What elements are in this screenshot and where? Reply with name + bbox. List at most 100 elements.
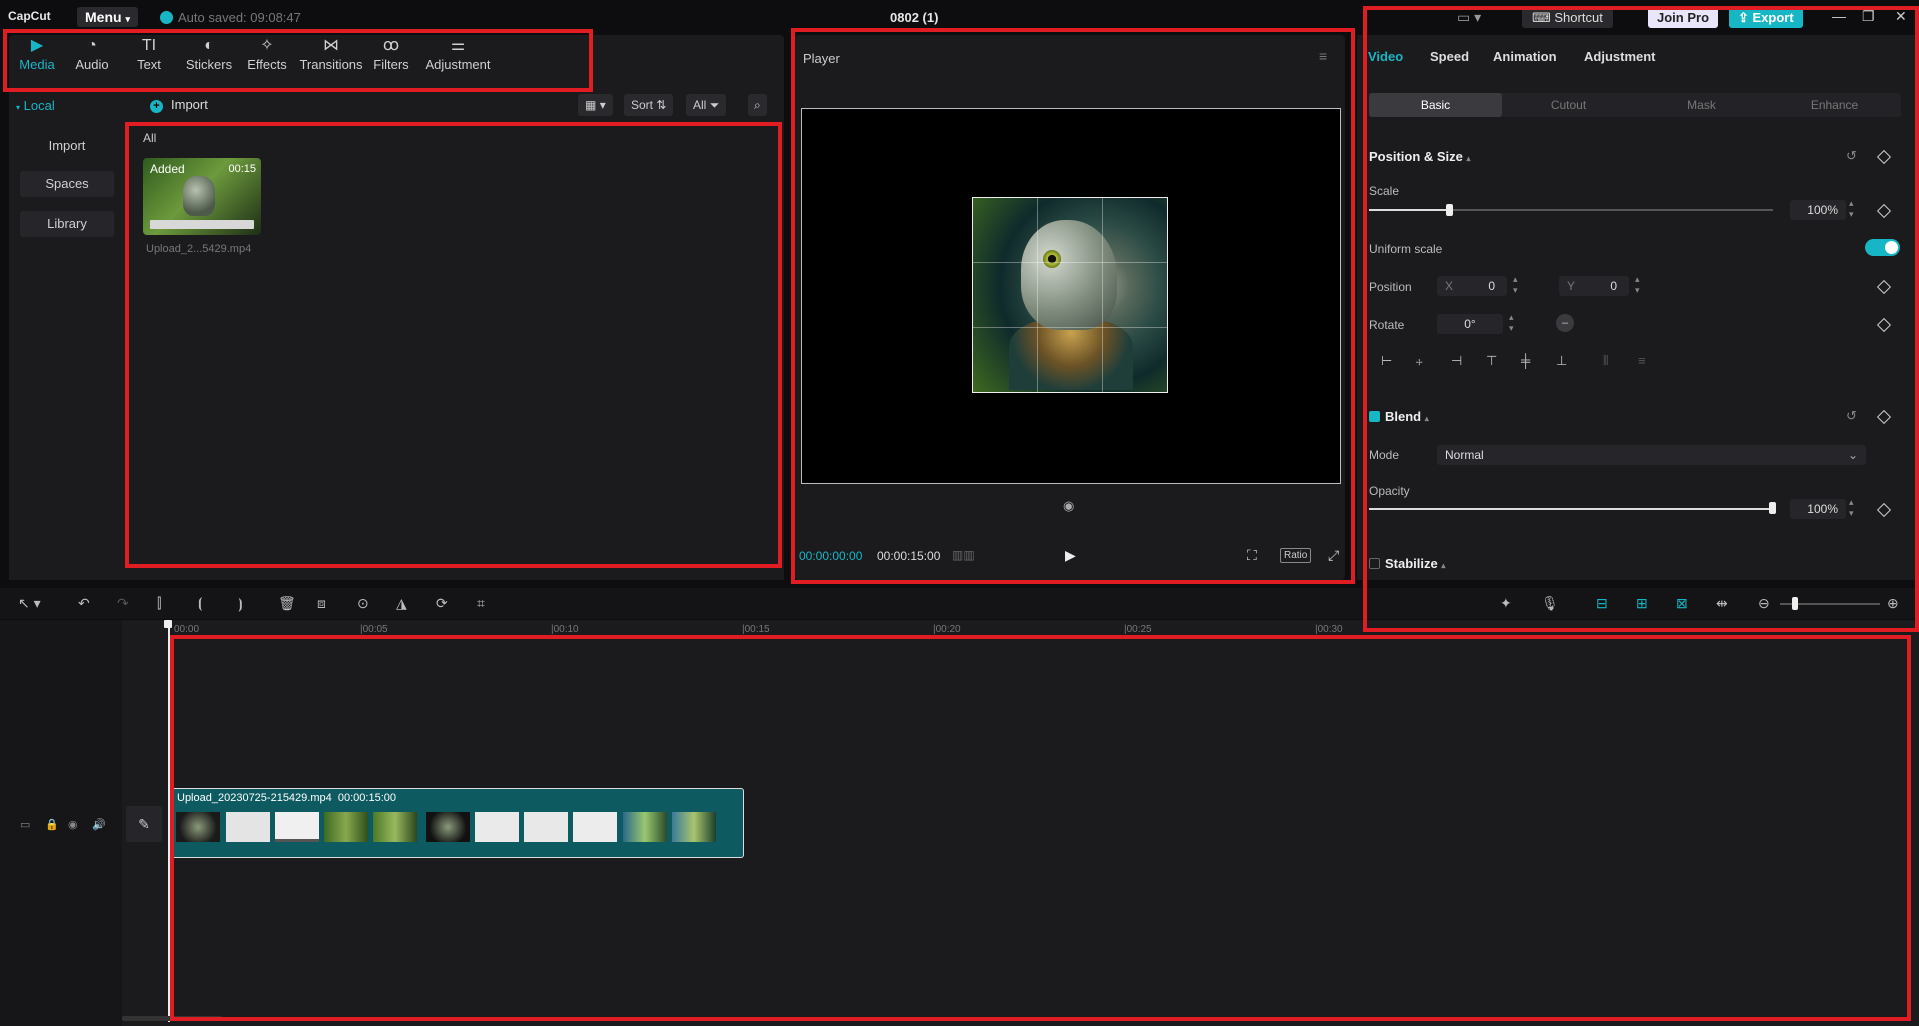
uniform-scale-toggle[interactable] [1865, 239, 1900, 256]
rotate-dial-icon[interactable]: – [1556, 314, 1574, 332]
fit-screen-icon[interactable]: ⛶ [1247, 547, 1257, 564]
minimize-icon[interactable]: — [1832, 8, 1846, 24]
fullscreen-icon[interactable]: ⤢ [1328, 547, 1339, 564]
layout-icon[interactable]: ▭ ▾ [1457, 9, 1481, 26]
scale-stepper-icon[interactable]: ▴ ▾ [1849, 198, 1854, 220]
menu-button[interactable]: Menu ▾ [77, 7, 138, 27]
reset-icon[interactable]: ↺ [1846, 408, 1857, 424]
mirror-icon[interactable]: ◮ [396, 595, 407, 612]
freeze-icon[interactable]: ⧈ [317, 595, 326, 612]
sidebar-item-local[interactable]: ▾ Local [16, 98, 55, 113]
ratio-button[interactable]: Ratio [1280, 548, 1312, 563]
subtab-cutout[interactable]: Cutout [1502, 93, 1635, 117]
x-stepper-icon[interactable]: ▴ ▾ [1513, 274, 1518, 296]
sidebar-item-import[interactable]: Import [20, 133, 114, 159]
subtab-enhance[interactable]: Enhance [1768, 93, 1901, 117]
tab-transitions[interactable]: ⋈ Transitions [297, 35, 365, 72]
preview-axis-icon[interactable]: ⊠ [1676, 595, 1688, 612]
rotate-field[interactable]: 0° [1437, 314, 1503, 334]
rotate-icon[interactable]: ⟳ [436, 595, 448, 612]
blend-heading[interactable]: Blend ▴ [1385, 409, 1429, 424]
view-mode-button[interactable]: ▦ ▾ [578, 94, 613, 116]
scale-slider-handle[interactable] [1445, 204, 1453, 216]
opacity-value[interactable]: 100% [1790, 499, 1846, 519]
filter-button[interactable]: All ⏷ [686, 94, 727, 116]
position-y-field[interactable]: Y0 [1559, 276, 1629, 296]
blend-checkbox[interactable] [1369, 411, 1380, 422]
edit-cover-button[interactable]: ✎ [126, 806, 162, 842]
lock-icon[interactable]: 🔒 [45, 818, 59, 831]
sidebar-item-library[interactable]: Library [20, 211, 114, 237]
align-center-v-icon[interactable]: ╪ [1521, 353, 1530, 368]
position-size-heading[interactable]: Position & Size ▴ [1369, 149, 1471, 164]
align-center-h-icon[interactable]: ⧾ [1416, 353, 1423, 369]
split-right-icon[interactable]: ⦘ [238, 595, 243, 612]
tab-adjustment-props[interactable]: Adjustment [1584, 49, 1656, 64]
tab-video[interactable]: Video [1368, 49, 1403, 64]
zoom-out-icon[interactable]: ⊖ [1758, 595, 1770, 612]
tab-text[interactable]: TI Text [131, 35, 167, 72]
align-right-icon[interactable]: ⊣ [1451, 353, 1462, 369]
eye-icon[interactable]: ◉ [68, 818, 78, 831]
crop-icon[interactable]: ⌗ [477, 595, 485, 612]
linkage-icon[interactable]: ⊞ [1636, 595, 1648, 612]
reset-icon[interactable]: ↺ [1846, 148, 1857, 164]
blend-mode-select[interactable]: Normal ⌄ [1437, 445, 1866, 465]
split-icon[interactable]: ⫿ [157, 595, 161, 612]
distribute-v-icon[interactable]: ≡ [1638, 353, 1646, 368]
delete-icon[interactable]: 🗑 [278, 595, 296, 612]
position-x-field[interactable]: X0 [1437, 276, 1507, 296]
camera-icon[interactable]: ◉ [1063, 498, 1074, 514]
align-top-icon[interactable]: ⊤ [1486, 353, 1497, 369]
search-button[interactable]: ⌕ [748, 94, 767, 116]
zoom-slider-handle[interactable] [1792, 597, 1798, 610]
timeline-scrollbar[interactable] [122, 1016, 222, 1021]
cover-icon[interactable]: ▭ [20, 818, 30, 831]
tab-filters[interactable]: ꝏ Filters [371, 35, 411, 72]
zoom-in-icon[interactable]: ⊕ [1887, 595, 1899, 612]
tab-speed[interactable]: Speed [1430, 49, 1469, 64]
waveform-icon[interactable]: ▥▥ [952, 548, 975, 562]
video-frame[interactable] [972, 197, 1168, 393]
close-icon[interactable]: ✕ [1895, 8, 1907, 25]
select-cursor-icon[interactable]: ↖ ▾ [18, 595, 41, 612]
scale-value[interactable]: 100% [1790, 200, 1846, 220]
join-pro-button[interactable]: Join Pro [1648, 7, 1719, 28]
rotate-stepper-icon[interactable]: ▴ ▾ [1509, 312, 1514, 334]
restore-icon[interactable]: ❐ [1862, 8, 1875, 25]
redo-icon[interactable]: ↷ [117, 595, 129, 612]
subtab-basic[interactable]: Basic [1369, 93, 1502, 117]
split-view-icon[interactable]: ⇹ [1716, 595, 1728, 612]
microphone-icon[interactable]: 🎙 [1541, 595, 1559, 612]
tab-audio[interactable]: ◔ Audio [72, 35, 112, 72]
stabilize-checkbox[interactable] [1369, 558, 1380, 569]
align-bottom-icon[interactable]: ⊥ [1556, 353, 1567, 369]
opacity-stepper-icon[interactable]: ▴ ▾ [1849, 497, 1854, 519]
sidebar-item-spaces[interactable]: Spaces [20, 171, 114, 197]
opacity-slider-handle[interactable] [1769, 502, 1776, 514]
align-left-icon[interactable]: ⊢ [1381, 353, 1392, 369]
tab-animation[interactable]: Animation [1493, 49, 1557, 64]
playhead-handle[interactable] [164, 620, 172, 628]
magnet-icon[interactable]: ⊟ [1596, 595, 1608, 612]
speed-icon[interactable]: ⊙ [357, 595, 369, 612]
tab-stickers[interactable]: ◐ Stickers [184, 35, 234, 72]
playhead[interactable] [168, 622, 170, 1022]
subtab-mask[interactable]: Mask [1635, 93, 1768, 117]
hamburger-menu-icon[interactable]: ≡ [1319, 48, 1327, 64]
split-left-icon[interactable]: ⦗ [198, 595, 203, 612]
export-button[interactable]: ⇪ Export [1729, 7, 1803, 28]
shortcut-button[interactable]: ⌨ Shortcut [1522, 7, 1613, 28]
magic-icon[interactable]: ✦ [1500, 595, 1512, 612]
tab-media[interactable]: ▶ Media [17, 35, 57, 72]
stabilize-heading[interactable]: Stabilize ▴ [1385, 556, 1445, 571]
media-item-thumbnail[interactable]: Added 00:15 [143, 158, 261, 235]
undo-icon[interactable]: ↶ [78, 595, 90, 612]
distribute-h-icon[interactable]: ⫴ [1603, 353, 1608, 369]
y-stepper-icon[interactable]: ▴ ▾ [1635, 274, 1640, 296]
play-icon[interactable]: ▶ [1065, 547, 1076, 564]
speaker-icon[interactable]: 🔊 [92, 818, 106, 831]
import-button[interactable]: + Import [150, 97, 208, 113]
sort-button[interactable]: Sort ⇅ [624, 94, 674, 116]
tab-effects[interactable]: ✧ Effects [245, 35, 289, 72]
